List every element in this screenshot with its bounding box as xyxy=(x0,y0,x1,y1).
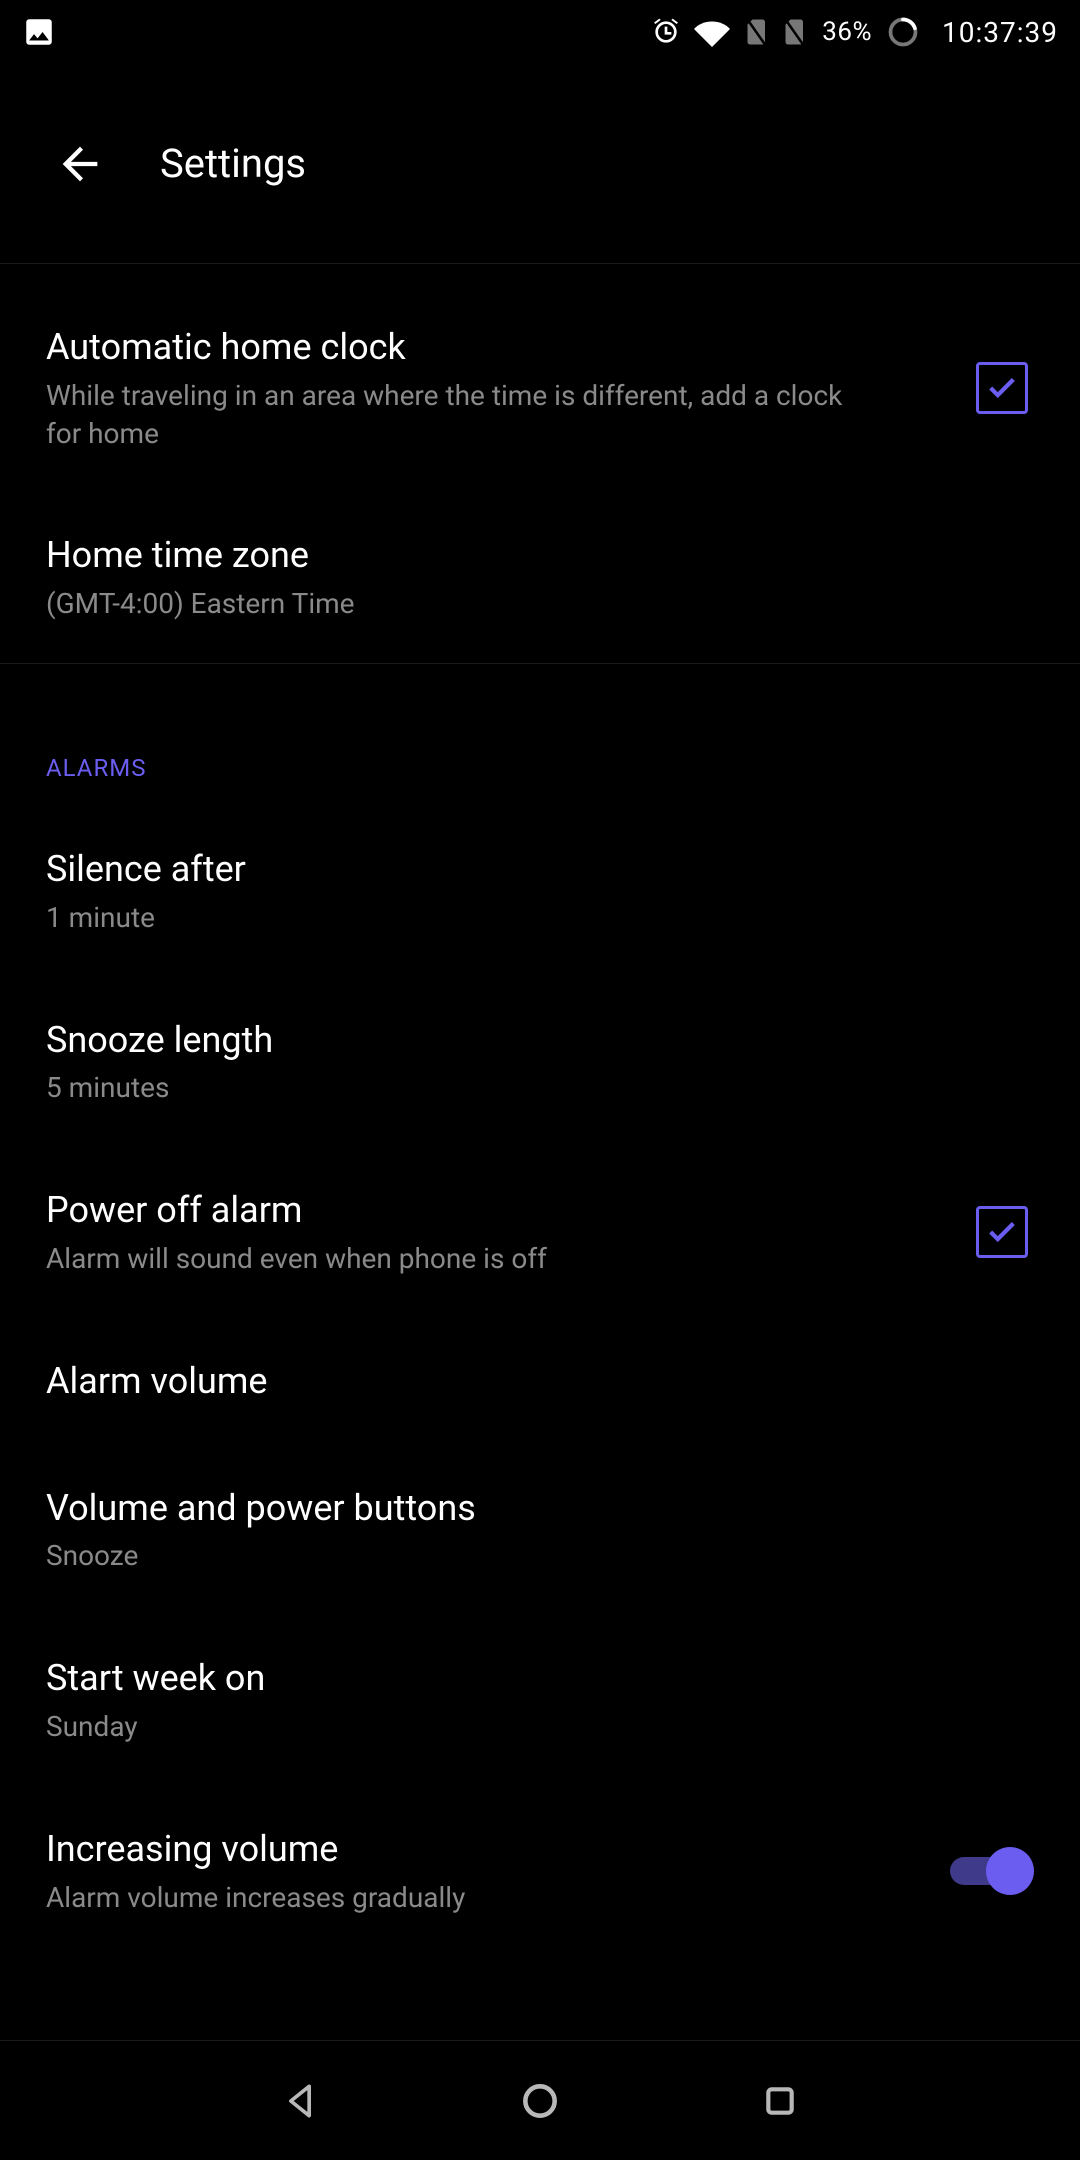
setting-title: Automatic home clock xyxy=(46,324,952,371)
nav-recent-icon xyxy=(760,2081,800,2121)
setting-subtitle: (GMT-4:00) Eastern Time xyxy=(46,585,866,623)
page-title: Settings xyxy=(160,140,306,187)
checkbox-power-off-alarm[interactable] xyxy=(976,1206,1028,1258)
setting-title: Alarm volume xyxy=(46,1358,1010,1405)
setting-title: Start week on xyxy=(46,1655,1010,1702)
switch-increasing-volume[interactable] xyxy=(950,1847,1034,1895)
navigation-bar xyxy=(0,2040,1080,2160)
nav-back-button[interactable] xyxy=(260,2061,340,2141)
setting-alarm-volume[interactable]: Alarm volume xyxy=(0,1318,1080,1445)
arrow-back-icon xyxy=(54,138,106,190)
setting-subtitle: While traveling in an area where the tim… xyxy=(46,377,866,453)
setting-volume-power-buttons[interactable]: Volume and power buttons Snooze xyxy=(0,1445,1080,1616)
section-header-alarms: ALARMS xyxy=(0,664,1080,806)
battery-icon xyxy=(888,17,918,47)
setting-subtitle: 5 minutes xyxy=(46,1069,866,1107)
setting-title: Home time zone xyxy=(46,532,1010,579)
switch-thumb xyxy=(986,1847,1034,1895)
alarm-icon xyxy=(650,16,682,48)
setting-power-off-alarm[interactable]: Power off alarm Alarm will sound even wh… xyxy=(0,1147,1080,1318)
setting-automatic-home-clock[interactable]: Automatic home clock While traveling in … xyxy=(0,264,1080,492)
setting-title: Power off alarm xyxy=(46,1187,952,1234)
setting-subtitle: Sunday xyxy=(46,1708,866,1746)
checkmark-icon xyxy=(985,1215,1019,1249)
setting-silence-after[interactable]: Silence after 1 minute xyxy=(0,806,1080,977)
back-button[interactable] xyxy=(40,124,120,204)
setting-subtitle: Alarm will sound even when phone is off xyxy=(46,1240,866,1278)
setting-title: Silence after xyxy=(46,846,1010,893)
setting-home-time-zone[interactable]: Home time zone (GMT-4:00) Eastern Time xyxy=(0,492,1080,663)
setting-title: Snooze length xyxy=(46,1017,1010,1064)
battery-percent: 36% xyxy=(822,17,872,47)
nav-back-icon xyxy=(278,2079,322,2123)
sim2-disabled-icon xyxy=(780,17,806,47)
picture-icon xyxy=(22,15,56,49)
nav-recent-button[interactable] xyxy=(740,2061,820,2141)
setting-increasing-volume[interactable]: Increasing volume Alarm volume increases… xyxy=(0,1786,1080,1957)
wifi-icon xyxy=(694,17,730,47)
setting-snooze-length[interactable]: Snooze length 5 minutes xyxy=(0,977,1080,1148)
settings-list: Automatic home clock While traveling in … xyxy=(0,264,1080,1956)
nav-home-button[interactable] xyxy=(500,2061,580,2141)
app-bar: Settings xyxy=(0,64,1080,264)
setting-title: Volume and power buttons xyxy=(46,1485,1010,1532)
status-time: 10:37:39 xyxy=(942,16,1058,49)
nav-home-icon xyxy=(518,2079,562,2123)
setting-title: Increasing volume xyxy=(46,1826,926,1873)
setting-subtitle: 1 minute xyxy=(46,899,866,937)
setting-subtitle: Alarm volume increases gradually xyxy=(46,1879,866,1917)
setting-start-week-on[interactable]: Start week on Sunday xyxy=(0,1615,1080,1786)
status-bar: 36% 10:37:39 xyxy=(0,0,1080,64)
setting-subtitle: Snooze xyxy=(46,1537,866,1575)
sim1-disabled-icon xyxy=(742,17,768,47)
checkbox-automatic-home-clock[interactable] xyxy=(976,362,1028,414)
checkmark-icon xyxy=(985,371,1019,405)
